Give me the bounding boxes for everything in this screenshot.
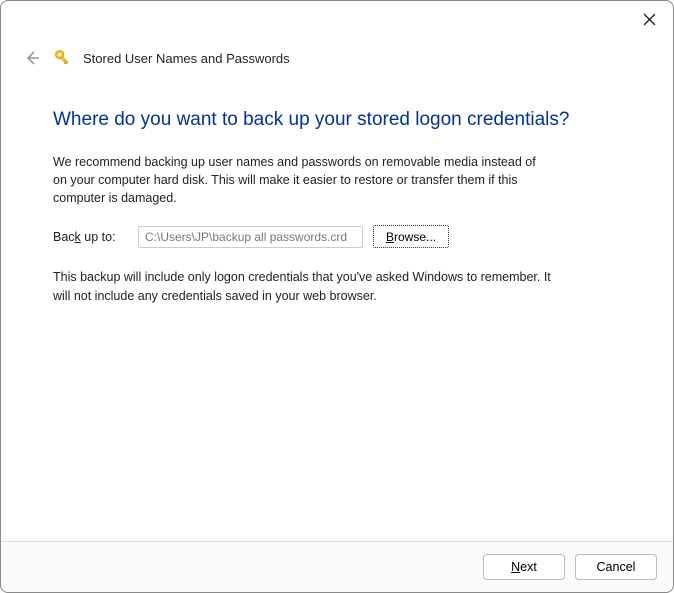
content-area: Where do you want to back up your stored… bbox=[1, 81, 673, 541]
intro-paragraph: We recommend backing up user names and p… bbox=[53, 153, 553, 207]
back-arrow-icon bbox=[24, 50, 40, 66]
header-title: Stored User Names and Passwords bbox=[83, 51, 290, 66]
header: Stored User Names and Passwords bbox=[1, 35, 673, 81]
backup-label: Back up to: bbox=[53, 230, 128, 244]
page-heading: Where do you want to back up your stored… bbox=[53, 109, 621, 131]
cancel-button[interactable]: Cancel bbox=[575, 554, 657, 580]
back-button[interactable] bbox=[21, 47, 43, 69]
next-button[interactable]: Next bbox=[483, 554, 565, 580]
key-icon bbox=[53, 48, 73, 68]
footer: Next Cancel bbox=[1, 541, 673, 592]
wizard-window: Stored User Names and Passwords Where do… bbox=[0, 0, 674, 593]
close-icon bbox=[643, 13, 656, 26]
backup-path-input[interactable] bbox=[138, 226, 363, 248]
titlebar bbox=[1, 1, 673, 35]
close-button[interactable] bbox=[633, 5, 665, 33]
browse-button[interactable]: Browse... bbox=[373, 225, 449, 248]
note-paragraph: This backup will include only logon cred… bbox=[53, 268, 553, 304]
backup-path-row: Back up to: Browse... bbox=[53, 225, 621, 248]
